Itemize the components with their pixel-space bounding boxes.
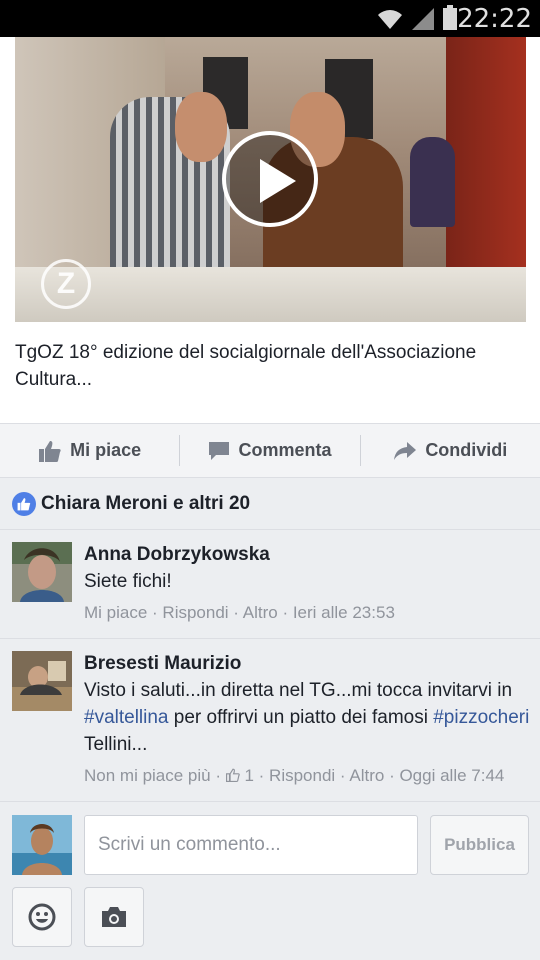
signal-icon (412, 8, 434, 30)
avatar[interactable] (12, 542, 72, 602)
share-button[interactable]: Condividi (361, 424, 540, 477)
comment-label: Commenta (238, 440, 332, 460)
comment-more-link[interactable]: Altro (243, 603, 278, 622)
comment-reply-link[interactable]: Rispondi (269, 766, 335, 785)
comment-more-link[interactable]: Altro (349, 766, 384, 785)
likes-summary[interactable]: Chiara Meroni e altri 20 (0, 478, 540, 530)
likes-text[interactable]: Chiara Meroni e altri 20 (41, 493, 250, 515)
comment-like-count[interactable]: 1 (244, 766, 253, 785)
emoji-button[interactable] (12, 887, 72, 947)
post-card: Z TgOZ 18° edizione del socialgiornale d… (0, 37, 540, 423)
comment-text: Siete fichi! (84, 571, 172, 592)
hashtag-link[interactable]: #valtellina (84, 707, 169, 728)
comment-input[interactable]: Scrivi un commento... (84, 815, 418, 875)
comment-meta: Non mi piace più · 1 · Rispondi · Altro … (84, 766, 505, 785)
post-title[interactable]: TgOZ 18° edizione del socialgiornale del… (15, 339, 515, 393)
publish-button[interactable]: Pubblica (430, 815, 529, 875)
like-badge-icon (12, 491, 36, 516)
comment-item: Bresesti Maurizio Visto i saluti...in di… (0, 639, 540, 802)
action-bar: Mi piace Commenta Condividi (0, 423, 540, 478)
avatar[interactable] (12, 651, 72, 711)
clock: 22:22 (457, 4, 532, 34)
share-icon (394, 441, 417, 460)
comment-text: Visto i saluti...in diretta nel TG...mi … (84, 680, 530, 755)
video-player[interactable]: Z (15, 37, 526, 322)
comment-time[interactable]: Ieri alle 23:53 (293, 603, 395, 622)
status-icons (376, 5, 458, 31)
comment-reply-link[interactable]: Rispondi (162, 603, 228, 622)
wifi-icon (378, 10, 402, 29)
camera-icon (102, 907, 126, 927)
hashtag-link[interactable]: #pizzocheri (433, 707, 529, 728)
comment-unlike-link[interactable]: Non mi piace più (84, 766, 211, 785)
comment-author[interactable]: Bresesti Maurizio (84, 651, 530, 677)
smiley-icon (28, 903, 56, 931)
like-label: Mi piace (70, 440, 142, 460)
comment-author[interactable]: Anna Dobrzykowska (84, 542, 530, 568)
status-bar: 22:22 (0, 0, 540, 37)
comment-like-link[interactable]: Mi piace (84, 603, 147, 622)
video-logo: Z (41, 259, 91, 309)
like-button[interactable]: Mi piace (0, 424, 179, 477)
comment-meta: Mi piace · Rispondi · Altro · Ieri alle … (84, 603, 395, 622)
comment-composer: Scrivi un commento... Pubblica (0, 802, 540, 960)
camera-button[interactable] (84, 887, 144, 947)
comment-icon (209, 441, 230, 460)
small-thumbs-up-icon (225, 768, 240, 782)
comment-time[interactable]: Oggi alle 7:44 (399, 766, 504, 785)
share-label: Condividi (425, 440, 508, 460)
comment-button[interactable]: Commenta (180, 424, 359, 477)
comment-item: Anna Dobrzykowska Siete fichi! Mi piace … (0, 530, 540, 639)
thumbs-up-icon (39, 440, 61, 462)
battery-icon (443, 5, 457, 30)
my-avatar[interactable] (12, 815, 72, 875)
play-button[interactable] (222, 131, 318, 227)
